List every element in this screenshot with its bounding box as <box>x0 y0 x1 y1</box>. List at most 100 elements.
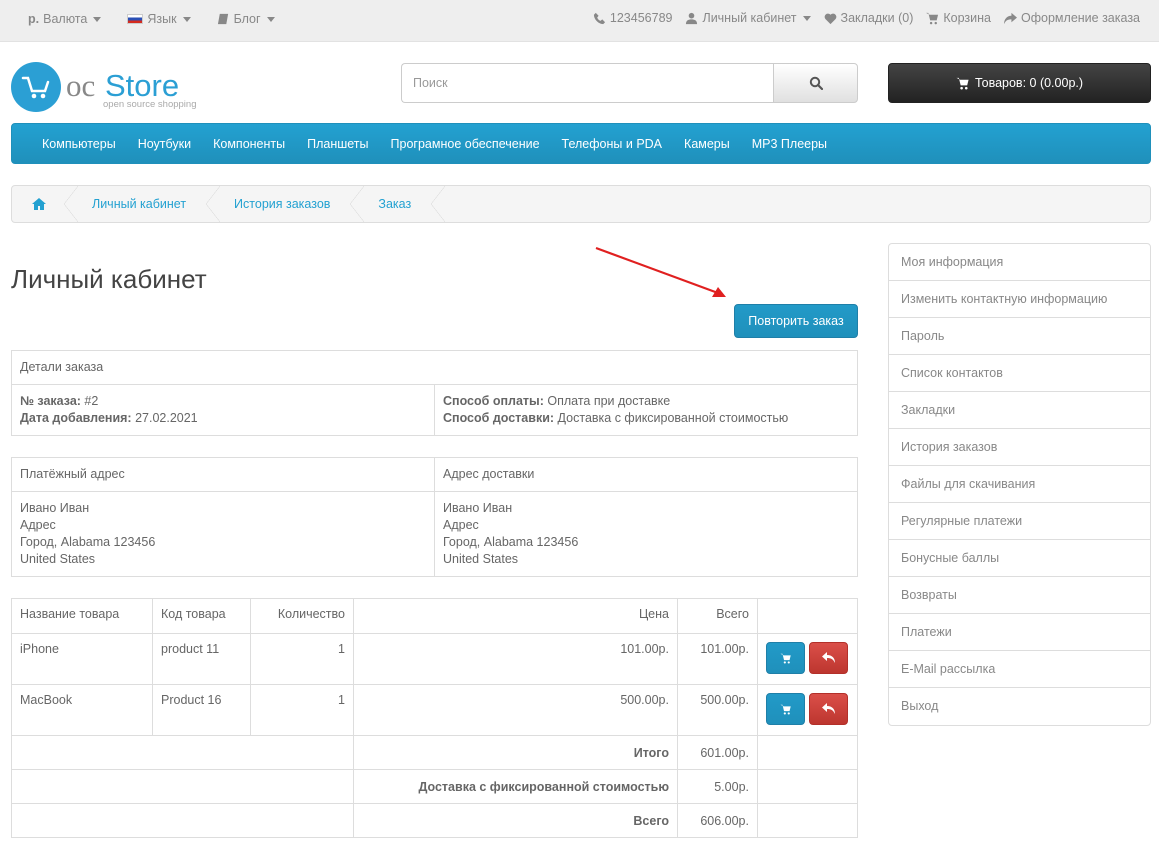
order-info-cell: № заказа: #2 Дата добавления: 27.02.2021 <box>11 384 435 436</box>
breadcrumb-order[interactable]: Заказ <box>356 186 445 222</box>
addresses-table: Платёжный адрес Адрес доставки Ивано Ива… <box>11 457 858 577</box>
shipping-method-label: Способ доставки: <box>443 411 555 425</box>
col-header-price: Цена <box>353 598 678 634</box>
breadcrumb-order-history-link[interactable]: История заказов <box>234 197 330 211</box>
logo-text-oc: oc <box>66 68 95 103</box>
blog-dropdown[interactable]: Блог <box>217 12 275 26</box>
search-input[interactable] <box>401 63 773 103</box>
grand-total-label: Всего <box>353 803 678 838</box>
phone-number: 123456789 <box>609 11 673 25</box>
sidebar-item-returns[interactable]: Возвраты <box>889 577 1150 614</box>
wishlist-label: Закладки (0) <box>840 11 914 25</box>
product-qty: 1 <box>250 684 354 736</box>
reorder-item-button[interactable] <box>766 642 805 674</box>
product-actions <box>757 684 858 736</box>
breadcrumb: Личный кабинет История заказов Заказ <box>11 185 1151 223</box>
cart-icon <box>956 77 969 89</box>
caret-down-icon <box>802 15 811 21</box>
currency-dropdown[interactable]: р. Валюта <box>28 12 102 26</box>
col-header-total: Всего <box>677 598 758 634</box>
payment-method: Оплата при доставке <box>547 394 671 408</box>
breadcrumb-order-link[interactable]: Заказ <box>378 197 411 211</box>
product-total: 500.00р. <box>677 684 758 736</box>
checkout-link[interactable]: Оформление заказа <box>1004 11 1140 25</box>
reorder-item-button[interactable] <box>766 693 805 725</box>
order-date: 27.02.2021 <box>135 411 198 425</box>
store-logo[interactable]: oc Store open source shopping <box>11 61 211 113</box>
address-line: United States <box>20 552 96 566</box>
subtotal-value: 601.00р. <box>677 735 758 770</box>
sidebar-item-transactions[interactable]: Платежи <box>889 614 1150 651</box>
language-dropdown[interactable]: Язык <box>127 12 191 26</box>
checkout-label: Оформление заказа <box>1021 11 1140 25</box>
sidebar-item-newsletter[interactable]: E-Mail рассылка <box>889 651 1150 688</box>
reply-icon <box>821 652 835 663</box>
account-sidebar: Моя информация Изменить контактную инфор… <box>888 243 1151 726</box>
sidebar-item-password[interactable]: Пароль <box>889 318 1150 355</box>
cart-icon <box>780 653 791 664</box>
sidebar-item-downloads[interactable]: Файлы для скачивания <box>889 466 1150 503</box>
breadcrumb-home[interactable] <box>12 186 78 222</box>
breadcrumb-order-history[interactable]: История заказов <box>212 186 365 222</box>
heart-icon <box>824 13 836 24</box>
order-details-heading: Детали заказа <box>11 350 858 385</box>
payment-address-heading: Платёжный адрес <box>11 457 435 492</box>
sidebar-item-my-info[interactable]: Моя информация <box>889 244 1150 281</box>
share-icon <box>1004 12 1018 24</box>
return-item-button[interactable] <box>809 642 848 674</box>
menu-item-computers[interactable]: Компьютеры <box>31 124 127 163</box>
sidebar-item-logout[interactable]: Выход <box>889 688 1150 725</box>
account-dropdown[interactable]: Личный кабинет <box>685 11 811 25</box>
product-price: 500.00р. <box>353 684 678 736</box>
annotation-arrow-icon <box>595 246 726 297</box>
products-table: Название товара Код товара Количество Це… <box>11 598 858 838</box>
menu-item-components[interactable]: Компоненты <box>202 124 296 163</box>
col-header-actions <box>757 598 858 634</box>
search-icon <box>809 76 823 90</box>
cart-link[interactable]: Корзина <box>926 11 991 25</box>
phone-link[interactable]: 123456789 <box>593 11 673 25</box>
menu-item-cameras[interactable]: Камеры <box>673 124 741 163</box>
totals-row: Итого 601.00р. <box>11 735 858 770</box>
menu-item-laptops[interactable]: Ноутбуки <box>127 124 202 163</box>
product-actions <box>757 633 858 685</box>
date-label: Дата добавления: <box>20 411 132 425</box>
sidebar-item-edit-contact[interactable]: Изменить контактную информацию <box>889 281 1150 318</box>
sidebar-item-reward-points[interactable]: Бонусные баллы <box>889 540 1150 577</box>
address-line: Ивано Иван <box>443 501 513 515</box>
sidebar-item-order-history[interactable]: История заказов <box>889 429 1150 466</box>
table-row: iPhone product 11 1 101.00р. 101.00р. <box>11 633 858 685</box>
search-button[interactable] <box>773 63 858 103</box>
currency-symbol: р. <box>28 12 40 26</box>
return-item-button[interactable] <box>809 693 848 725</box>
caret-down-icon <box>182 16 191 22</box>
totals-row: Доставка с фиксированной стоимостью 5.00… <box>11 769 858 804</box>
col-header-name: Название товара <box>11 598 153 634</box>
menu-item-software[interactable]: Програмное обеспечение <box>380 124 551 163</box>
cart-button[interactable]: Товаров: 0 (0.00р.) <box>888 63 1151 103</box>
breadcrumb-account[interactable]: Личный кабинет <box>70 186 221 222</box>
product-name: MacBook <box>11 684 153 736</box>
cart-icon <box>926 12 939 24</box>
sidebar-item-wishlist[interactable]: Закладки <box>889 392 1150 429</box>
sidebar-item-address-book[interactable]: Список контактов <box>889 355 1150 392</box>
shipping-value: 5.00р. <box>677 769 758 804</box>
wishlist-link[interactable]: Закладки (0) <box>824 11 914 25</box>
reply-icon <box>821 703 835 714</box>
reorder-button[interactable]: Повторить заказ <box>734 304 858 338</box>
grand-total-value: 606.00р. <box>677 803 758 838</box>
breadcrumb-account-link[interactable]: Личный кабинет <box>92 197 186 211</box>
sidebar-item-recurring[interactable]: Регулярные платежи <box>889 503 1150 540</box>
shipping-address-heading: Адрес доставки <box>434 457 858 492</box>
language-label: Язык <box>147 12 177 26</box>
product-qty: 1 <box>250 633 354 685</box>
address-line: Адрес <box>20 518 56 532</box>
table-row: MacBook Product 16 1 500.00р. 500.00р. <box>11 684 858 736</box>
menu-item-mp3[interactable]: MP3 Плееры <box>741 124 838 163</box>
logo-text-store: Store <box>105 68 179 103</box>
cart-label: Корзина <box>943 11 992 25</box>
menu-item-phones[interactable]: Телефоны и PDA <box>551 124 673 163</box>
method-info-cell: Способ оплаты: Оплата при доставке Спосо… <box>434 384 858 436</box>
product-name: iPhone <box>11 633 153 685</box>
menu-item-tablets[interactable]: Планшеты <box>296 124 379 163</box>
